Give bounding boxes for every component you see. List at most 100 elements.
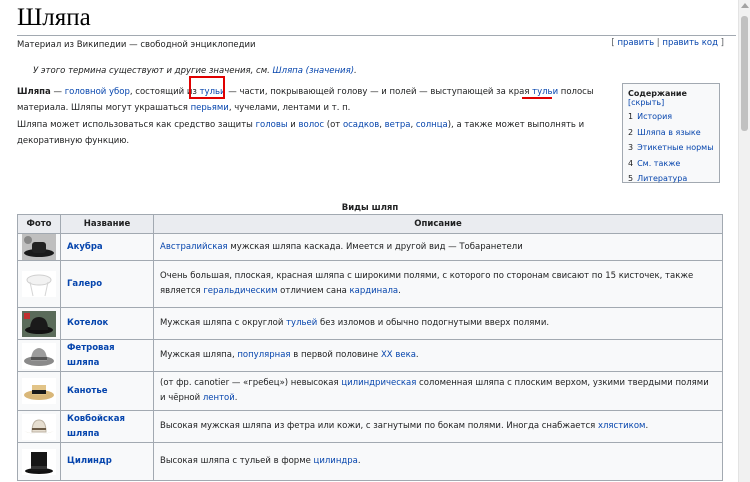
link-feathers[interactable]: перьями	[191, 103, 229, 113]
akubra-hat-icon[interactable]	[22, 234, 56, 260]
description-text: Высокая мужская шляпа из фетра или кожи,…	[160, 421, 598, 431]
name-cell: Котелок	[60, 307, 154, 340]
hat-name-link[interactable]: Ковбойская шляпа	[67, 414, 125, 439]
link-wind[interactable]: ветра	[385, 120, 411, 130]
highlight-box	[189, 76, 225, 99]
toc-toggle[interactable]: [скрыть]	[628, 98, 664, 107]
description-cell: Очень большая, плоская, красная шляпа с …	[153, 260, 723, 308]
toc-item-number: 1	[628, 112, 634, 121]
description-link[interactable]: геральдическим	[203, 286, 277, 296]
name-cell: Фетровая шляпа	[60, 339, 154, 372]
scrollbar-thumb[interactable]	[741, 16, 748, 131]
hat-name-link[interactable]: Цилиндр	[67, 456, 112, 466]
edit-code-link[interactable]: править код	[662, 38, 718, 48]
table-row: Ковбойская шляпа Высокая мужская шляпа из…	[17, 410, 723, 443]
intro-paragraph-1: Шляпа — головной убор, состоящий из туль…	[17, 84, 611, 116]
table-row: Цилиндр Высокая шляпа с тульей в форме ци…	[17, 442, 723, 481]
cowboy-hat-icon[interactable]	[22, 413, 56, 440]
page-title: Шляпа	[17, 4, 91, 31]
link-hair[interactable]: волос	[299, 120, 325, 130]
galero-hat-icon[interactable]	[22, 271, 56, 297]
description-text: .	[234, 393, 238, 403]
hat-name-link[interactable]: Галеро	[67, 279, 102, 289]
description-link[interactable]: хлястиком	[598, 421, 645, 431]
toc-item-link[interactable]: Шляпа в языке	[637, 128, 701, 137]
intro-paragraph-2: Шляпа может использоваться как средство …	[17, 117, 611, 149]
edit-link[interactable]: править	[617, 38, 654, 48]
intro-text: Шляпа может использоваться как средство …	[17, 120, 256, 130]
link-crown-2[interactable]: тульи	[532, 87, 558, 97]
vertical-scrollbar[interactable]	[738, 0, 750, 482]
toc-item-link[interactable]: История	[637, 112, 672, 121]
description-link[interactable]: цилиндрическая	[341, 378, 416, 388]
scroll-up-arrow-icon[interactable]	[741, 3, 749, 8]
fedora-hat-icon[interactable]	[22, 342, 56, 369]
toc-item-link[interactable]: Литература	[637, 174, 687, 183]
hatnote: У этого термина существуют и другие знач…	[33, 66, 357, 76]
intro-text: — части, покрывающей голову — и полей — …	[225, 87, 533, 97]
toc-item[interactable]: 5 Литература	[628, 174, 714, 190]
hat-name-link[interactable]: Акубра	[67, 242, 103, 252]
toc-item[interactable]: 4 См. также	[628, 159, 714, 175]
hatnote-link[interactable]: Шляпа (значения)	[273, 66, 354, 76]
toc-list: 1 История 2 Шляпа в языке 3 Этикетные нормы 4 С…	[628, 112, 714, 190]
photo-cell	[17, 339, 61, 372]
toc-item-number: 2	[628, 127, 634, 137]
toc-item[interactable]: 3 Этикетные нормы	[628, 143, 714, 159]
title-divider	[17, 35, 736, 36]
hat-name-link[interactable]: Котелок	[67, 318, 108, 328]
toc-item-link[interactable]: См. также	[637, 159, 680, 168]
intro-text: —	[50, 87, 65, 97]
description-link[interactable]: кардинала	[350, 286, 399, 296]
link-head[interactable]: головы	[256, 120, 288, 130]
description-link[interactable]: тульей	[286, 318, 317, 328]
bowler-hat-icon[interactable]	[22, 310, 56, 337]
name-cell: Канотье	[60, 371, 154, 411]
table-row: Канотье (от фр. canotier — «гребец») невы…	[17, 371, 723, 411]
boater-hat-icon[interactable]	[22, 378, 56, 404]
article-content: Шляпа Материал из Википедии — свободной …	[0, 0, 738, 482]
description-text: мужская шляпа каскада. Имеется и другой …	[227, 241, 523, 252]
description-text: Мужская шляпа,	[160, 350, 238, 360]
table-row: Акубра Австралийская мужская шляпа каскад…	[17, 233, 723, 261]
intro-text: , чучелами, лентами и т. п.	[228, 103, 351, 113]
description-cell: (от фр. canotier — «гребец») невысокая ц…	[153, 371, 723, 411]
description-link[interactable]: XX века	[381, 350, 416, 360]
edit-links: [ править | править код ]	[611, 38, 724, 48]
photo-cell	[17, 442, 61, 481]
description-text: (от фр. canotier — «гребец») невысокая	[160, 378, 342, 388]
hat-name-link[interactable]: Канотье	[67, 386, 107, 396]
header-description: Описание	[153, 214, 723, 234]
toc-item-number: 3	[628, 143, 634, 152]
photo-cell	[17, 410, 61, 443]
toc-item-number: 5	[628, 174, 634, 183]
hats-table: Фото Название Описание Акубра Австралийск…	[17, 214, 723, 481]
toc-item[interactable]: 2 Шляпа в языке	[628, 128, 714, 144]
photo-cell	[17, 307, 61, 340]
description-text: без изломов и обычно подогнутыми вверх п…	[317, 318, 550, 328]
toc-item[interactable]: 1 История	[628, 112, 714, 128]
top-hat-icon[interactable]	[22, 448, 56, 475]
toc-title: Содержание	[628, 89, 687, 98]
toc-item-link[interactable]: Этикетные нормы	[637, 143, 713, 152]
intro-text: и	[287, 120, 299, 130]
hatnote-end: .	[354, 66, 357, 76]
link-sun[interactable]: солнца	[416, 120, 448, 130]
page-subtitle: Материал из Википедии — свободной энцикл…	[17, 40, 256, 50]
name-cell: Ковбойская шляпа	[60, 410, 154, 443]
link-precipitation[interactable]: осадков	[343, 120, 379, 130]
photo-cell	[17, 371, 61, 411]
description-text: Мужская шляпа с округлой	[160, 318, 287, 328]
hat-name-link[interactable]: Фетровая шляпа	[67, 343, 115, 368]
description-link[interactable]: популярная	[237, 350, 290, 360]
intro-text: (от	[324, 120, 343, 130]
name-cell: Галеро	[60, 260, 154, 308]
link-headwear[interactable]: головной убор	[65, 87, 130, 97]
description-link[interactable]: Австралийская	[160, 242, 228, 252]
description-text: .	[415, 350, 419, 360]
table-caption: Виды шляп	[341, 203, 399, 213]
description-link[interactable]: лентой	[203, 393, 235, 403]
description-link[interactable]: цилиндра	[314, 456, 358, 466]
description-text: .	[357, 456, 361, 466]
description-cell: Высокая мужская шляпа из фетра или кожи,…	[153, 410, 723, 443]
